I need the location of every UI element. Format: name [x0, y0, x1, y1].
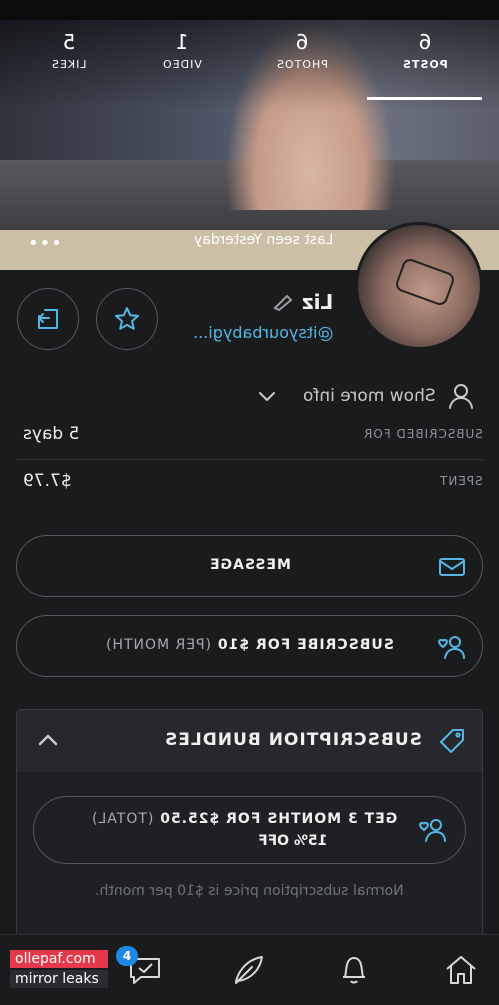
chevron-up-icon[interactable] — [37, 732, 59, 748]
price-tag-icon — [440, 729, 464, 753]
share-icon — [38, 309, 58, 329]
stat-posts-label: POSTS — [402, 58, 448, 71]
user-heart-icon — [438, 636, 465, 659]
detail-value-subscribed: 5 days — [23, 424, 80, 444]
share-button[interactable] — [17, 288, 79, 350]
show-more-info-link[interactable]: Show more info — [303, 386, 436, 406]
bundle-offer-total: (TOTAL) — [90, 811, 154, 827]
stat-likes-count: 5 — [62, 30, 76, 54]
bundles-header[interactable]: SUBSCRIPTION BUNDLES — [17, 710, 482, 772]
profile-handle[interactable]: @itsyourbabygi... — [193, 323, 333, 342]
feather-nav-icon[interactable] — [230, 953, 266, 987]
envelope-icon — [439, 558, 465, 576]
detail-value-spent: $7.79 — [23, 471, 72, 491]
subscribe-button-label: SUBSCRIBE FOR $10 — [217, 637, 394, 653]
stat-video[interactable]: 1 VIDEO — [137, 30, 227, 71]
stat-photos-count: 6 — [295, 30, 309, 54]
profile-stats: 6 POSTS 6 PHOTOS 1 VIDEO 5 LIKES — [0, 30, 499, 90]
active-tab-indicator — [367, 97, 482, 100]
home-nav-icon[interactable] — [443, 953, 479, 987]
stat-posts-count: 6 — [418, 30, 432, 54]
profile-name: Liz — [301, 290, 333, 314]
messages-badge: 4 — [116, 946, 138, 966]
watermark: ollepaf.com mirror leaks — [10, 950, 108, 988]
stat-posts[interactable]: 6 POSTS — [380, 30, 470, 71]
detail-row-subscribed: SUBSCRIBED FOR 5 days — [17, 413, 483, 460]
bundle-note: Normal subscription price is $10 per mon… — [95, 883, 404, 899]
chevron-down-icon[interactable] — [258, 389, 276, 403]
last-seen-text: Last seen Yesterday — [193, 232, 333, 248]
subscribe-button[interactable]: SUBSCRIBE FOR $10 (PER MONTH) — [16, 615, 483, 677]
star-icon — [115, 307, 139, 330]
status-bar — [0, 0, 499, 20]
message-button-label: MESSAGE — [208, 557, 291, 573]
bundle-discount-label: 15% OFF — [257, 833, 327, 849]
stat-likes[interactable]: 5 LIKES — [24, 30, 114, 71]
verified-pencil-icon — [273, 294, 293, 311]
user-icon — [449, 384, 473, 409]
watermark-line2: mirror leaks — [10, 970, 108, 988]
bundle-offer-button[interactable]: GET 3 MONTHS FOR $25.50 (TOTAL) 15% OFF — [33, 796, 466, 864]
subscription-bundles-panel: SUBSCRIPTION BUNDLES GET 3 MONTHS FOR $2… — [16, 709, 483, 939]
detail-key-subscribed: SUBSCRIBED FOR — [363, 427, 483, 441]
bell-nav-icon[interactable] — [336, 953, 372, 987]
subscribe-period-label: (PER MONTH) — [105, 637, 212, 653]
message-button[interactable]: MESSAGE — [16, 535, 483, 597]
avatar[interactable] — [355, 222, 483, 350]
detail-row-spent: SPENT $7.79 — [17, 460, 483, 506]
detail-key-spent: SPENT — [439, 474, 483, 488]
more-options-button[interactable]: ••• — [28, 233, 63, 254]
user-heart-icon — [419, 819, 446, 842]
favorite-button[interactable] — [96, 288, 158, 350]
stat-likes-label: LIKES — [51, 58, 87, 71]
stat-photos-label: PHOTOS — [276, 58, 328, 71]
watermark-line1: ollepaf.com — [10, 950, 108, 968]
stat-photos[interactable]: 6 PHOTOS — [257, 30, 347, 71]
bundles-title: SUBSCRIPTION BUNDLES — [164, 730, 422, 750]
bundle-offer-label: GET 3 MONTHS FOR $25.50 — [158, 811, 397, 827]
stat-video-count: 1 — [175, 30, 189, 54]
stat-video-label: VIDEO — [162, 58, 202, 71]
